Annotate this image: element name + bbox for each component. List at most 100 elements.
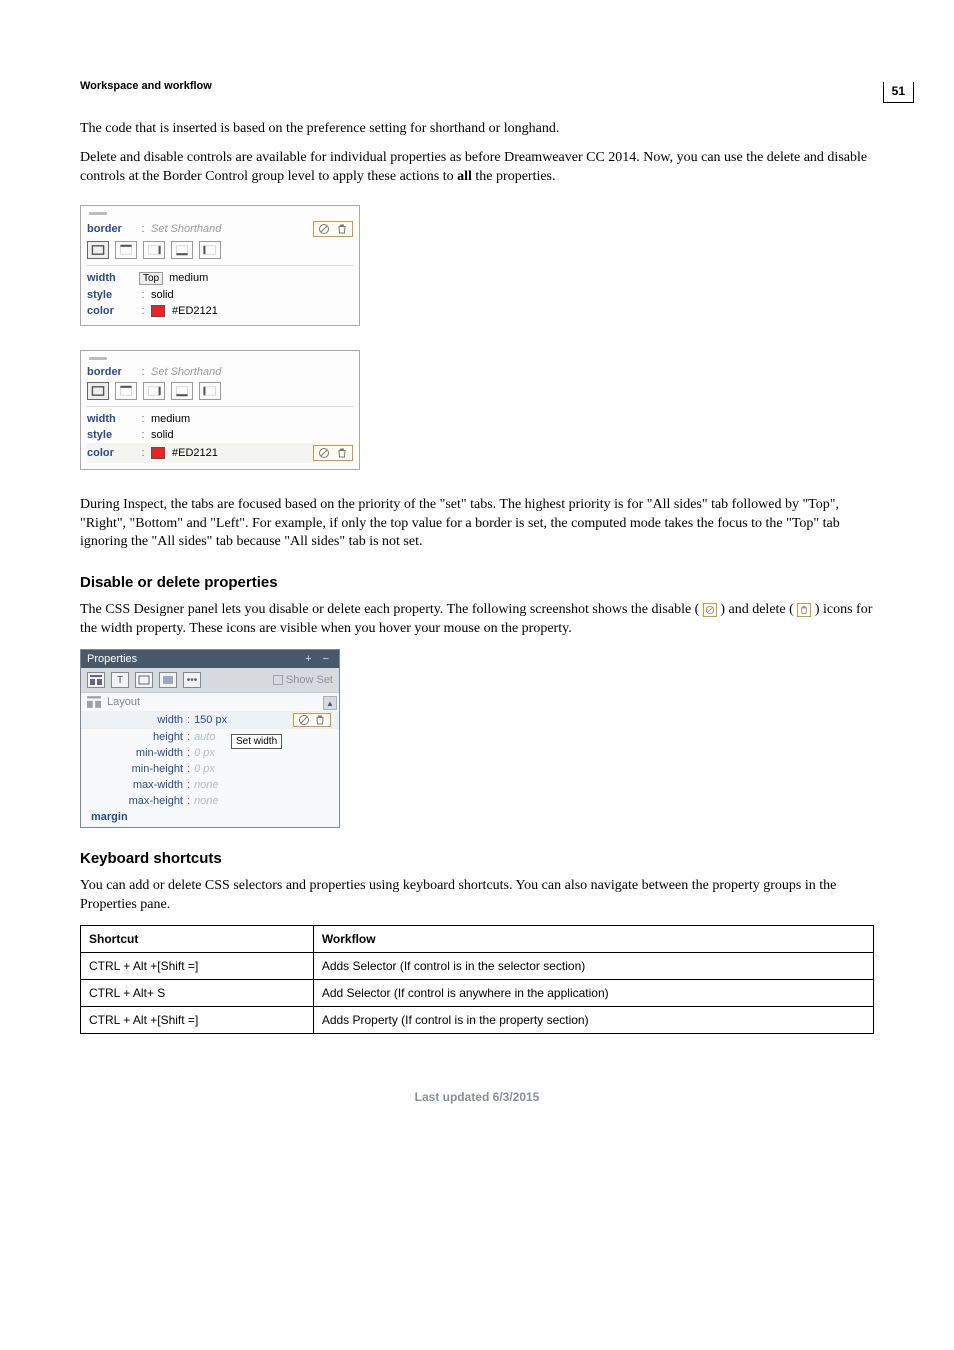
add-remove-icons[interactable]: + − (305, 653, 333, 665)
layout-section-label: Layout (107, 696, 140, 708)
border-right-tab[interactable] (143, 241, 165, 259)
delete-icon[interactable] (336, 447, 348, 459)
prop-row-maxheight[interactable]: max-height : none (81, 793, 339, 809)
cell-shortcut: CTRL + Alt+ S (81, 979, 314, 1006)
para-inspect-priority: During Inspect, the tabs are focused bas… (80, 496, 874, 553)
para4-a: The CSS Designer panel lets you disable … (80, 602, 699, 617)
border-left-tab-2[interactable] (199, 382, 221, 400)
margin-section-label[interactable]: margin (81, 809, 339, 827)
prop-row-minheight[interactable]: min-height : 0 px (81, 761, 339, 777)
para-disable-delete: The CSS Designer panel lets you disable … (80, 601, 874, 639)
border-left-tab[interactable] (199, 241, 221, 259)
panel-grip-icon (89, 212, 107, 215)
set-shorthand-field[interactable]: Set Shorthand (151, 223, 221, 235)
prop-name-maxwidth: max-width (109, 779, 183, 791)
prop-row-minwidth[interactable]: min-width : 0 px (81, 745, 339, 761)
width-label-2: width (87, 413, 135, 425)
prop-value-maxwidth[interactable]: none (194, 779, 218, 791)
colon: : (139, 223, 147, 235)
border-all-sides-tab[interactable] (87, 241, 109, 259)
prop-value-maxheight[interactable]: none (194, 795, 218, 807)
style-label: style (87, 289, 135, 301)
row-disable-delete[interactable] (313, 445, 353, 461)
border-tab-icon[interactable] (135, 672, 153, 688)
para2-b: the properties. (472, 169, 556, 184)
set-shorthand-field-2[interactable]: Set Shorthand (151, 366, 221, 378)
border-bottom-tab-2[interactable] (171, 382, 193, 400)
disable-icon[interactable] (318, 447, 330, 459)
top-badge: Top (139, 272, 163, 285)
more-tab-icon[interactable]: ••• (183, 672, 201, 688)
cell-workflow: Adds Selector (If control is in the sele… (313, 952, 873, 979)
prop-value-width[interactable]: 150 px (194, 714, 227, 726)
heading-keyboard-shortcuts: Keyboard shortcuts (80, 850, 874, 867)
cell-workflow: Adds Property (If control is in the prop… (313, 1006, 873, 1033)
table-row: CTRL + Alt +[Shift =] Adds Selector (If … (81, 952, 874, 979)
prop-row-maxwidth[interactable]: max-width : none (81, 777, 339, 793)
cell-shortcut: CTRL + Alt +[Shift =] (81, 952, 314, 979)
set-width-tooltip: Set width (231, 734, 282, 749)
prop-row-width[interactable]: width : 150 px (81, 711, 339, 729)
color-swatch-2[interactable] (151, 447, 165, 459)
shortcuts-table: Shortcut Workflow CTRL + Alt +[Shift =] … (80, 925, 874, 1034)
color-value[interactable]: #ED2121 (172, 305, 218, 317)
prop-value-minheight[interactable]: 0 px (194, 763, 215, 775)
width-value-2[interactable]: medium (151, 413, 190, 425)
width-value[interactable]: medium (169, 272, 208, 284)
inline-delete-icon (797, 603, 811, 617)
prop-value-height[interactable]: auto (194, 731, 215, 743)
style-value[interactable]: solid (151, 289, 174, 301)
para-delete-disable: Delete and disable controls are availabl… (80, 149, 874, 187)
border-all-sides-tab-2[interactable] (87, 382, 109, 400)
figure-border-row-controls: border : Set Shorthand width : medium st… (80, 350, 360, 470)
text-tab-icon[interactable]: T (111, 672, 129, 688)
style-label-2: style (87, 429, 135, 441)
prop-name-height: height (109, 731, 183, 743)
footer-last-updated: Last updated 6/3/2015 (80, 1090, 874, 1104)
layout-section-icon (87, 696, 101, 708)
breadcrumb: Workspace and workflow (80, 80, 874, 92)
panel-grip-icon (89, 357, 107, 360)
prop-name-minwidth: min-width (109, 747, 183, 759)
style-value-2[interactable]: solid (151, 429, 174, 441)
th-workflow: Workflow (313, 925, 873, 952)
prop-row-height[interactable]: height : auto (81, 729, 339, 745)
prop-name-minheight: min-height (109, 763, 183, 775)
para2-bold: all (457, 169, 472, 184)
border-bottom-tab[interactable] (171, 241, 193, 259)
cell-workflow: Add Selector (If control is anywhere in … (313, 979, 873, 1006)
prop-value-minwidth[interactable]: 0 px (194, 747, 215, 759)
color-swatch[interactable] (151, 305, 165, 317)
border-top-tab-2[interactable] (115, 382, 137, 400)
disable-icon[interactable] (298, 714, 310, 726)
border-label-2: border (87, 366, 135, 378)
border-label: border (87, 223, 135, 235)
color-value-2[interactable]: #ED2121 (172, 447, 218, 459)
group-disable-delete[interactable] (313, 221, 353, 237)
scroll-up-button[interactable]: ▲ (323, 696, 337, 710)
disable-icon[interactable] (318, 223, 330, 235)
para4-b: ) and delete ( (720, 602, 793, 617)
color-label-2: color (87, 447, 135, 459)
prop-name-width: width (109, 714, 183, 726)
page-number: 51 (883, 82, 914, 103)
border-right-tab-2[interactable] (143, 382, 165, 400)
cell-shortcut: CTRL + Alt +[Shift =] (81, 1006, 314, 1033)
table-row: CTRL + Alt+ S Add Selector (If control i… (81, 979, 874, 1006)
figure-border-group-controls: border : Set Shorthand width Top medium … (80, 205, 360, 326)
prop-name-maxheight: max-height (109, 795, 183, 807)
width-hover-controls[interactable] (293, 713, 331, 727)
th-shortcut: Shortcut (81, 925, 314, 952)
properties-title: Properties (87, 653, 137, 665)
border-top-tab[interactable] (115, 241, 137, 259)
delete-icon[interactable] (314, 714, 326, 726)
show-set-checkbox[interactable] (273, 675, 283, 685)
layout-tab-icon[interactable] (87, 672, 105, 688)
color-label: color (87, 305, 135, 317)
inline-disable-icon (703, 603, 717, 617)
para-shorthand: The code that is inserted is based on th… (80, 120, 874, 139)
background-tab-icon[interactable] (159, 672, 177, 688)
para-shortcuts: You can add or delete CSS selectors and … (80, 877, 874, 915)
delete-icon[interactable] (336, 223, 348, 235)
width-label: width (87, 272, 135, 284)
